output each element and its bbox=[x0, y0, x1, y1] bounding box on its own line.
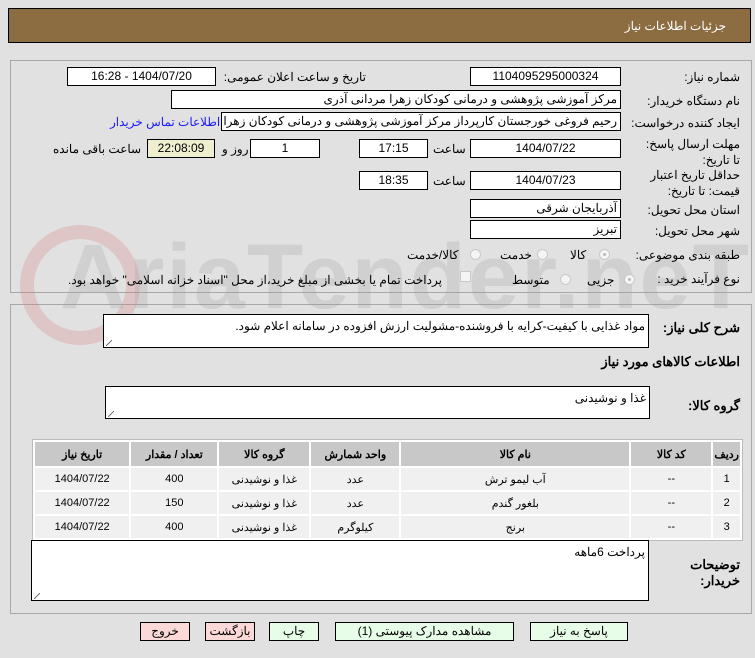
remaining-label: ساعت باقی مانده bbox=[53, 142, 142, 156]
validity-label: حداقل تاریخ اعتبار قیمت: تا تاریخ: bbox=[650, 168, 740, 198]
category-option-service: خدمت bbox=[500, 248, 532, 262]
group-label: گروه کالا: bbox=[688, 398, 740, 413]
city-label: شهر محل تحویل: bbox=[654, 224, 740, 238]
cell-date: 1404/07/22 bbox=[35, 468, 130, 490]
cell-code: -- bbox=[631, 516, 712, 538]
notes-textarea[interactable]: پرداخت 6ماهه bbox=[31, 540, 649, 601]
exit-button[interactable]: خروج bbox=[140, 622, 190, 641]
days-field[interactable]: 1 bbox=[250, 139, 320, 158]
back-button[interactable]: بازگشت bbox=[205, 622, 255, 641]
group-text: غذا و نوشیدنی bbox=[574, 391, 646, 405]
cell-code: -- bbox=[631, 492, 712, 514]
cell-date: 1404/07/22 bbox=[35, 516, 130, 538]
category-radio-service[interactable] bbox=[537, 249, 548, 260]
category-radio-both[interactable] bbox=[470, 249, 481, 260]
creator-label: ایجاد کننده درخواست: bbox=[631, 116, 740, 130]
deadline-date-field[interactable]: 1404/07/22 bbox=[470, 139, 621, 158]
deadline-label: مهلت ارسال پاسخ: تا تاریخ: bbox=[645, 137, 740, 167]
cell-unit: عدد bbox=[311, 492, 400, 514]
remaining-time-field: 22:08:09 bbox=[147, 139, 215, 158]
cell-qty: 400 bbox=[131, 468, 218, 490]
need-number-label: شماره نیاز: bbox=[684, 70, 740, 84]
summary-text: مواد غذایی با کیفیت-کرایه با فروشنده-مشو… bbox=[235, 319, 645, 333]
cell-code: -- bbox=[631, 468, 712, 490]
summary-label: شرح کلی نیاز: bbox=[662, 320, 740, 335]
notes-label: توضیحات خریدار: bbox=[690, 557, 740, 588]
reply-button[interactable]: پاسخ به نیاز bbox=[530, 622, 628, 641]
validity-time-label: ساعت bbox=[433, 174, 466, 188]
cell-group: غذا و نوشیدنی bbox=[219, 468, 310, 490]
buyer-org-label: نام دستگاه خریدار: bbox=[647, 94, 740, 108]
page-title: جزئیات اطلاعات نیاز bbox=[624, 19, 726, 33]
goods-table: ردیف کد کالا نام کالا واحد شمارش گروه کا… bbox=[33, 440, 742, 540]
contact-buyer-link[interactable]: اطلاعات تماس خریدار bbox=[110, 115, 220, 129]
cell-qty: 400 bbox=[131, 516, 218, 538]
col-unit: واحد شمارش bbox=[311, 442, 400, 466]
need-number-field[interactable]: 1104095295000324 bbox=[470, 67, 621, 86]
validity-time-field[interactable]: 18:35 bbox=[359, 171, 428, 190]
resize-grip-icon[interactable] bbox=[108, 411, 114, 417]
category-label: طبقه بندی موضوعی: bbox=[635, 248, 740, 262]
cell-group: غذا و نوشیدنی bbox=[219, 492, 310, 514]
cell-unit: کیلوگرم bbox=[311, 516, 400, 538]
page-header: جزئیات اطلاعات نیاز bbox=[8, 8, 751, 43]
announce-label: تاریخ و ساعت اعلان عمومی: bbox=[223, 70, 366, 84]
treasury-payment-label: پرداخت تمام یا بخشی از مبلغ خرید،از محل … bbox=[68, 273, 442, 287]
cell-group: غذا و نوشیدنی bbox=[219, 516, 310, 538]
process-option-minor: جزیی bbox=[587, 273, 615, 287]
summary-textarea[interactable]: مواد غذایی با کیفیت-کرایه با فروشنده-مشو… bbox=[103, 314, 649, 348]
cell-name: بلغور گندم bbox=[401, 492, 630, 514]
process-label: نوع فرآیند خرید : bbox=[657, 272, 740, 286]
cell-qty: 150 bbox=[131, 492, 218, 514]
province-field[interactable]: آذربایجان شرقی bbox=[470, 199, 621, 218]
category-radio-goods[interactable] bbox=[599, 249, 610, 260]
col-code: کد کالا bbox=[631, 442, 712, 466]
validity-date-field[interactable]: 1404/07/23 bbox=[470, 171, 621, 190]
cell-row: 3 bbox=[713, 516, 740, 538]
cell-name: برنج bbox=[401, 516, 630, 538]
category-option-goods: کالا bbox=[570, 248, 587, 262]
table-row[interactable]: 3 -- برنج کیلوگرم غذا و نوشیدنی 400 1404/07/22 bbox=[35, 516, 740, 538]
cell-date: 1404/07/22 bbox=[35, 492, 130, 514]
resize-grip-icon[interactable] bbox=[34, 593, 40, 599]
print-button[interactable]: چاپ bbox=[269, 622, 319, 641]
process-option-medium: متوسط bbox=[512, 273, 550, 287]
announce-field[interactable]: 1404/07/20 - 16:28 bbox=[67, 67, 216, 86]
city-field[interactable]: تبریز bbox=[470, 220, 621, 239]
treasury-payment-checkbox[interactable] bbox=[460, 271, 471, 282]
deadline-time-field[interactable]: 17:15 bbox=[359, 139, 428, 158]
notes-text: پرداخت 6ماهه bbox=[574, 545, 645, 559]
col-qty: تعداد / مقدار bbox=[131, 442, 218, 466]
resize-grip-icon[interactable] bbox=[106, 340, 112, 346]
col-name: نام کالا bbox=[401, 442, 630, 466]
attachments-button[interactable]: مشاهده مدارک پیوستی (1) bbox=[335, 622, 514, 641]
col-date: تاریخ نیاز bbox=[35, 442, 130, 466]
cell-row: 1 bbox=[713, 468, 740, 490]
goods-table-wrap: ردیف کد کالا نام کالا واحد شمارش گروه کا… bbox=[32, 439, 743, 541]
buyer-org-field[interactable]: مرکز آموزشی پژوهشی و درمانی کودکان زهرا … bbox=[171, 90, 621, 109]
days-label: روز و bbox=[222, 142, 249, 156]
cell-name: آب لیمو ترش bbox=[401, 468, 630, 490]
process-radio-medium[interactable] bbox=[560, 274, 571, 285]
group-textarea[interactable]: غذا و نوشیدنی bbox=[105, 386, 650, 419]
deadline-time-label: ساعت bbox=[433, 142, 466, 156]
province-label: استان محل تحویل: bbox=[647, 203, 740, 217]
col-group: گروه کالا bbox=[219, 442, 310, 466]
cell-row: 2 bbox=[713, 492, 740, 514]
category-option-both: کالا/خدمت bbox=[407, 248, 459, 262]
col-row: ردیف bbox=[713, 442, 740, 466]
goods-heading: اطلاعات کالاهای مورد نیاز bbox=[601, 354, 740, 369]
cell-unit: عدد bbox=[311, 468, 400, 490]
table-row[interactable]: 1 -- آب لیمو ترش عدد غذا و نوشیدنی 400 1404/07… bbox=[35, 468, 740, 490]
creator-field[interactable]: رحیم فروغی خورجستان کارپرداز مرکز آموزشی… bbox=[221, 112, 621, 131]
process-radio-minor[interactable] bbox=[624, 274, 635, 285]
table-row[interactable]: 2 -- بلغور گندم عدد غذا و نوشیدنی 150 1404/07/… bbox=[35, 492, 740, 514]
